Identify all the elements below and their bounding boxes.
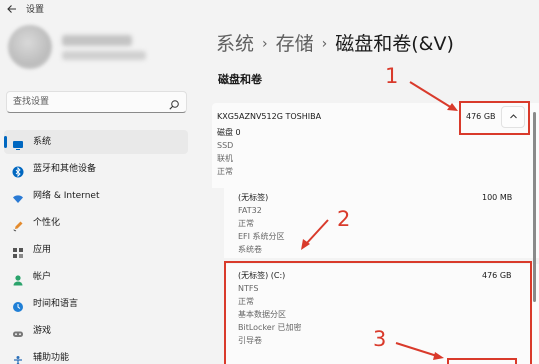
sidebar-item-accessibility[interactable]: 辅助功能 [4, 346, 188, 364]
breadcrumb: 系统 › 存储 › 磁盘和卷(&V) [216, 30, 454, 58]
breadcrumb-storage[interactable]: 存储 [276, 30, 314, 58]
sidebar-item-label: 系统 [33, 137, 52, 147]
annotation-box-3 [447, 358, 517, 364]
volume-label: (无标签) [238, 193, 269, 202]
annotation-number-1: 1 [385, 64, 399, 88]
sidebar-item-bluetooth[interactable]: 蓝牙和其他设备 [4, 157, 188, 181]
volume-card-efi[interactable]: (无标签) FAT32 正常 EFI 系统分区 系统卷 100 MB [224, 188, 539, 258]
user-email-blurred [62, 51, 146, 60]
volume-partition: EFI 系统分区 [238, 232, 285, 241]
sidebar: 设置 系统 蓝牙和其他设备 网络 & Interne [0, 0, 200, 364]
user-profile[interactable] [8, 25, 148, 73]
search-icon[interactable] [168, 96, 180, 110]
volume-health: 正常 [238, 219, 254, 228]
sidebar-item-personalization[interactable]: 个性化 [4, 211, 188, 235]
account-icon [12, 271, 24, 286]
network-icon [12, 190, 24, 203]
volume-size: 100 MB [482, 193, 513, 202]
page-title: 磁盘和卷(&V) [335, 33, 454, 55]
disk-status: 联机 [217, 154, 233, 163]
window-title: 设置 [26, 5, 45, 15]
disk-name: KXG5AZNV512G TOSHIBA [217, 112, 322, 121]
sidebar-item-label: 蓝牙和其他设备 [33, 164, 97, 174]
gaming-icon [12, 325, 24, 337]
avatar [8, 25, 52, 69]
breadcrumb-system[interactable]: 系统 [216, 30, 254, 58]
sidebar-item-label: 个性化 [33, 218, 61, 228]
scrollbar[interactable] [533, 112, 536, 302]
sidebar-item-accounts[interactable]: 帐户 [4, 265, 188, 289]
breadcrumb-separator: › [262, 36, 268, 52]
sidebar-item-label: 帐户 [33, 272, 52, 282]
user-name-blurred [62, 35, 132, 46]
sidebar-item-gaming[interactable]: 游戏 [4, 319, 188, 343]
system-icon [12, 136, 24, 150]
sidebar-item-time-language[interactable]: 时间和语言 [4, 292, 188, 316]
annotation-number-3: 3 [373, 327, 387, 351]
sidebar-item-label: 辅助功能 [33, 353, 70, 363]
disk-number: 磁盘 0 [217, 128, 241, 137]
volume-filesystem: FAT32 [238, 206, 262, 215]
time-language-icon [12, 298, 24, 312]
search-box[interactable] [6, 91, 187, 113]
sidebar-item-network[interactable]: 网络 & Internet [4, 184, 188, 208]
volume-role: 系统卷 [238, 245, 262, 254]
apps-icon [12, 244, 24, 258]
sidebar-item-system[interactable]: 系统 [4, 130, 188, 154]
back-arrow-icon[interactable] [6, 3, 20, 17]
breadcrumb-separator: › [321, 36, 328, 52]
sidebar-item-label: 应用 [33, 245, 52, 255]
sidebar-item-label: 时间和语言 [33, 299, 79, 309]
sidebar-item-apps[interactable]: 应用 [4, 238, 188, 262]
section-title: 磁盘和卷 [218, 73, 262, 86]
disk-type: SSD [217, 141, 234, 150]
disk-health: 正常 [217, 167, 233, 176]
search-input[interactable] [13, 95, 163, 109]
active-indicator [4, 136, 7, 148]
bluetooth-icon [12, 163, 24, 178]
personalization-icon [12, 217, 24, 232]
sidebar-item-label: 游戏 [33, 326, 52, 336]
sidebar-item-label: 网络 & Internet [33, 191, 100, 201]
annotation-number-2: 2 [337, 207, 351, 231]
annotation-box-1 [459, 101, 530, 135]
accessibility-icon [12, 352, 24, 364]
